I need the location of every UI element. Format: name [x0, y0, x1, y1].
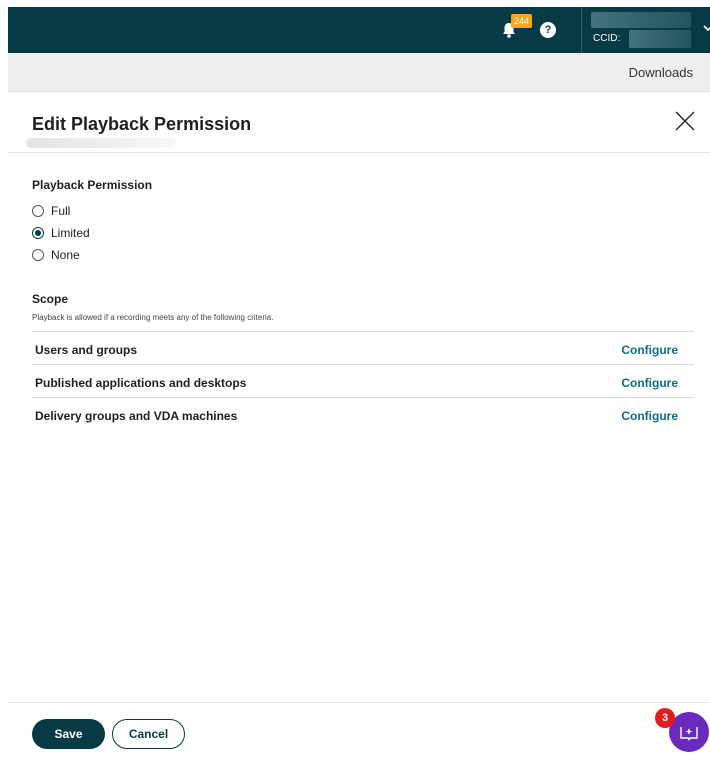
- topbar-divider: [581, 7, 582, 53]
- downloads-link[interactable]: Downloads: [629, 65, 693, 80]
- book-sparkle-icon: [680, 727, 698, 741]
- configure-published-applications-link[interactable]: Configure: [621, 376, 678, 390]
- panel-header: Edit Playback Permission: [8, 92, 710, 153]
- scope-row-label: Users and groups: [35, 343, 138, 357]
- configure-delivery-groups-link[interactable]: Configure: [621, 409, 678, 423]
- account-menu[interactable]: CCID:: [591, 10, 699, 50]
- radio-button-none[interactable]: [32, 249, 44, 261]
- scope-row-published-applications: Published applications and desktops Conf…: [32, 364, 694, 397]
- radio-button-limited[interactable]: [32, 227, 44, 239]
- panel-footer: Save Cancel: [8, 702, 710, 760]
- scope-row-users-and-groups: Users and groups Configure: [32, 331, 694, 364]
- radio-option-limited[interactable]: Limited: [32, 225, 90, 241]
- secondary-bar: Downloads: [8, 53, 710, 92]
- account-name-redacted: [591, 12, 691, 28]
- chevron-down-icon[interactable]: [702, 22, 710, 34]
- assistant-count-badge: 3: [655, 708, 675, 728]
- help-icon[interactable]: ?: [540, 22, 556, 38]
- radio-label-full: Full: [51, 204, 71, 218]
- playback-permission-label: Playback Permission: [32, 178, 153, 192]
- scope-row-label: Delivery groups and VDA machines: [35, 409, 238, 423]
- ccid-label: CCID:: [593, 33, 621, 44]
- window-edge: [0, 0, 8, 760]
- cancel-button[interactable]: Cancel: [112, 719, 185, 749]
- radio-button-full[interactable]: [32, 205, 44, 217]
- radio-label-limited: Limited: [51, 226, 90, 240]
- ccid-value-redacted: [629, 30, 691, 48]
- subtitle-redacted: [26, 138, 176, 148]
- scope-list: Users and groups Configure Published app…: [32, 331, 694, 430]
- top-navigation-bar: 244 ? CCID:: [8, 7, 710, 53]
- scope-row-label: Published applications and desktops: [35, 376, 247, 390]
- scope-row-delivery-groups: Delivery groups and VDA machines Configu…: [32, 397, 694, 430]
- scope-label: Scope: [32, 292, 69, 306]
- page-title: Edit Playback Permission: [32, 114, 252, 134]
- radio-label-none: None: [51, 248, 80, 262]
- save-button[interactable]: Save: [32, 719, 105, 749]
- notification-count-badge: 244: [511, 14, 533, 28]
- close-icon[interactable]: [674, 110, 696, 132]
- configure-users-and-groups-link[interactable]: Configure: [621, 343, 678, 357]
- scope-description: Playback is allowed if a recording meets…: [32, 313, 274, 322]
- radio-option-full[interactable]: Full: [32, 203, 70, 219]
- assistant-button[interactable]: [669, 712, 709, 752]
- radio-option-none[interactable]: None: [32, 247, 80, 263]
